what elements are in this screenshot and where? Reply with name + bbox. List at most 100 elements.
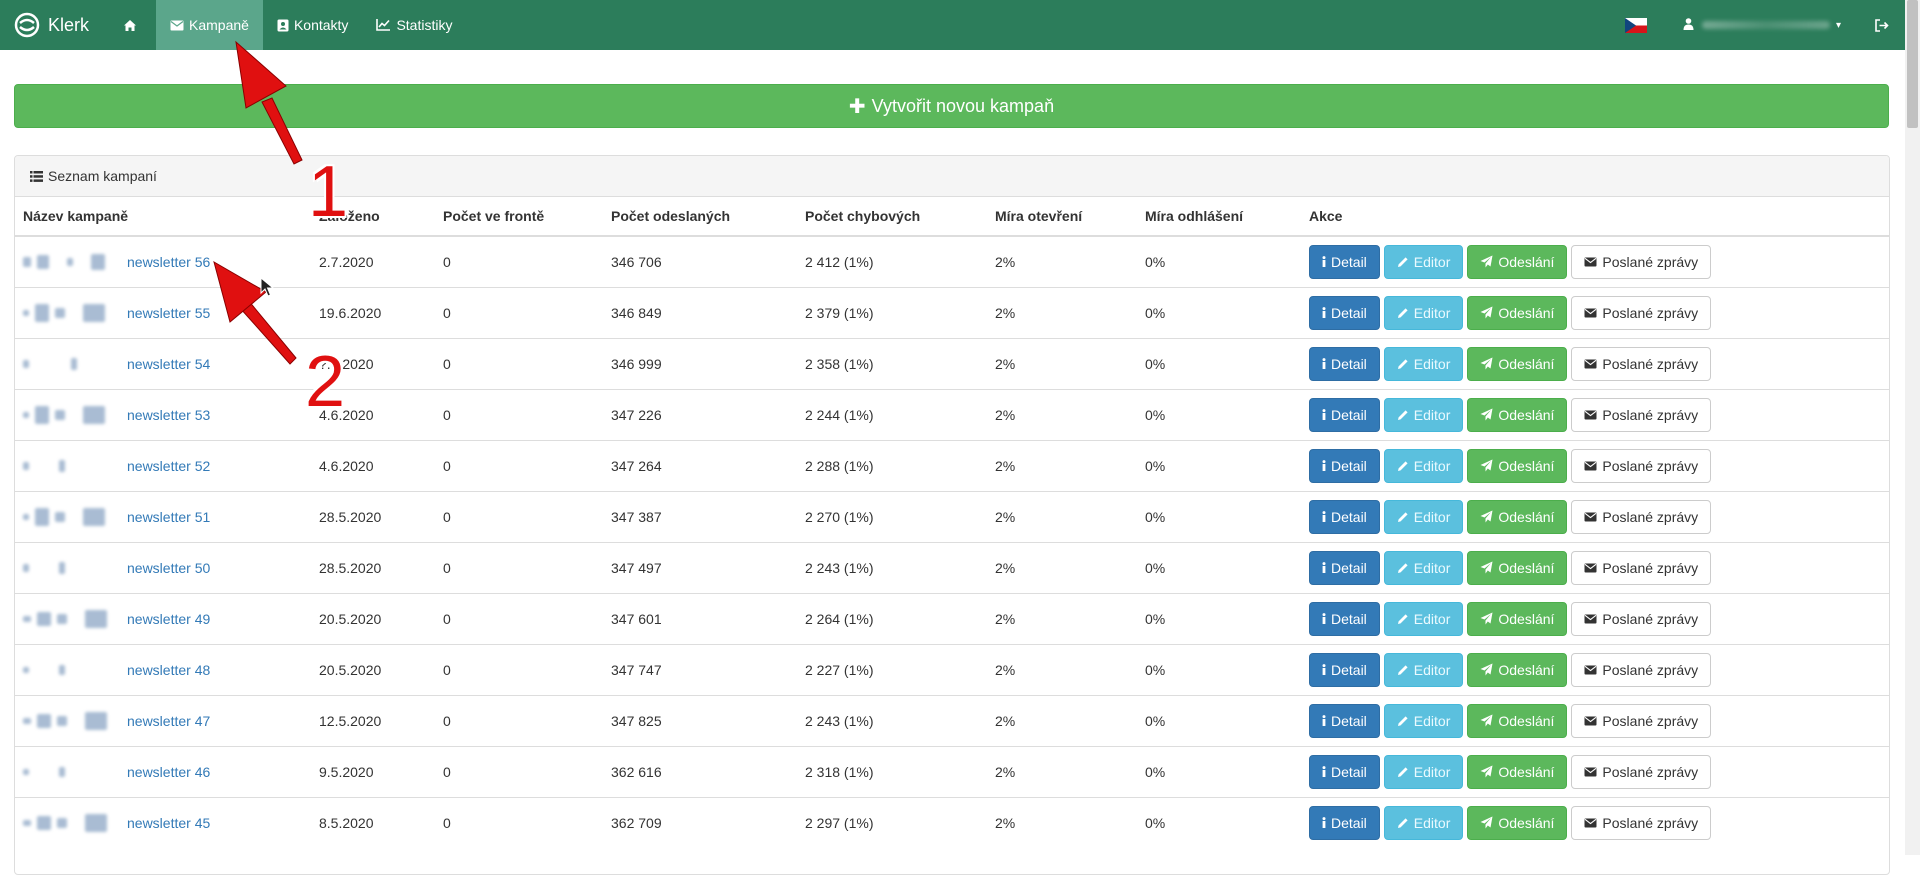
sent-messages-button[interactable]: Poslané zprávy — [1571, 397, 1712, 432]
send-button[interactable]: Odeslání — [1467, 499, 1568, 534]
editor-button[interactable]: Editor — [1383, 652, 1464, 687]
send-button[interactable]: Odeslání — [1467, 346, 1568, 381]
editor-button[interactable]: Editor — [1383, 754, 1464, 789]
send-button[interactable]: Odeslání — [1467, 601, 1568, 636]
cell-sent: 347 825 — [603, 694, 797, 746]
editor-button[interactable]: Editor — [1383, 397, 1464, 432]
scrollbar-thumb[interactable] — [1907, 0, 1918, 128]
send-button[interactable]: Odeslání — [1467, 550, 1568, 585]
send-button-label: Odeslání — [1498, 253, 1555, 270]
send-button[interactable]: Odeslání — [1467, 805, 1568, 840]
nav-home[interactable] — [109, 0, 156, 50]
send-button-label: Odeslání — [1498, 406, 1555, 423]
detail-button-label: Detail — [1331, 406, 1367, 423]
campaign-link[interactable]: newsletter 49 — [127, 611, 210, 627]
brand[interactable]: Klerk — [0, 0, 109, 50]
cell-queue: 0 — [435, 643, 603, 695]
campaign-link[interactable]: newsletter 48 — [127, 662, 210, 678]
detail-button[interactable]: Detail — [1309, 346, 1380, 381]
col-header-sent[interactable]: Počet odeslaných — [603, 197, 797, 237]
campaign-link[interactable]: newsletter 52 — [127, 458, 210, 474]
campaign-link[interactable]: newsletter 55 — [127, 305, 210, 321]
campaign-link[interactable]: newsletter 50 — [127, 560, 210, 576]
col-header-open-rate[interactable]: Míra otevření — [987, 197, 1137, 237]
editor-button[interactable]: Editor — [1383, 448, 1464, 483]
detail-button[interactable]: Detail — [1309, 448, 1380, 483]
nav-kontakty[interactable]: Kontakty — [263, 0, 362, 50]
cell-errors: 2 318 (1%) — [797, 745, 987, 797]
sent-messages-button[interactable]: Poslané zprávy — [1571, 346, 1712, 381]
editor-button[interactable]: Editor — [1383, 499, 1464, 534]
sent-messages-button[interactable]: Poslané zprávy — [1571, 499, 1712, 534]
campaign-link[interactable]: newsletter 53 — [127, 407, 210, 423]
pencil-icon — [1397, 460, 1409, 472]
detail-button[interactable]: Detail — [1309, 601, 1380, 636]
cell-errors: 2 243 (1%) — [797, 541, 987, 593]
detail-button-label: Detail — [1331, 355, 1367, 372]
cell-open-rate: 2% — [987, 745, 1137, 797]
campaign-link[interactable]: newsletter 54 — [127, 356, 210, 372]
sent-messages-button[interactable]: Poslané zprávy — [1571, 295, 1712, 330]
cell-name: newsletter 51 — [15, 490, 311, 542]
editor-button[interactable]: Editor — [1383, 601, 1464, 636]
detail-button[interactable]: Detail — [1309, 652, 1380, 687]
editor-button[interactable]: Editor — [1383, 703, 1464, 738]
detail-button[interactable]: Detail — [1309, 550, 1380, 585]
sent-messages-button-label: Poslané zprávy — [1602, 559, 1699, 576]
sent-messages-button[interactable]: Poslané zprávy — [1571, 550, 1712, 585]
detail-button[interactable]: Detail — [1309, 805, 1380, 840]
detail-button[interactable]: Detail — [1309, 295, 1380, 330]
table-row: newsletter 52 4.6.2020 0 347 264 2 288 (… — [15, 439, 1889, 491]
editor-button[interactable]: Editor — [1383, 244, 1464, 279]
cell-open-rate: 2% — [987, 796, 1137, 848]
detail-button[interactable]: Detail — [1309, 397, 1380, 432]
detail-button[interactable]: Detail — [1309, 754, 1380, 789]
sent-messages-button[interactable]: Poslané zprávy — [1571, 805, 1712, 840]
pencil-icon — [1397, 409, 1409, 421]
campaign-link[interactable]: newsletter 46 — [127, 764, 210, 780]
send-button[interactable]: Odeslání — [1467, 703, 1568, 738]
nav-statistiky[interactable]: Statistiky — [362, 0, 466, 50]
col-header-queue[interactable]: Počet ve frontě — [435, 197, 603, 237]
send-button[interactable]: Odeslání — [1467, 397, 1568, 432]
nav-kampane-label: Kampaně — [189, 17, 249, 33]
editor-button[interactable]: Editor — [1383, 295, 1464, 330]
sent-messages-button[interactable]: Poslané zprávy — [1571, 652, 1712, 687]
sent-messages-button[interactable]: Poslané zprávy — [1571, 703, 1712, 738]
sent-messages-button[interactable]: Poslané zprávy — [1571, 448, 1712, 483]
nav-kampane[interactable]: Kampaně — [156, 0, 263, 50]
editor-button[interactable]: Editor — [1383, 346, 1464, 381]
info-icon — [1322, 358, 1326, 369]
create-campaign-button[interactable]: ✚ Vytvořit novou kampaň — [14, 84, 1889, 128]
navbar-right: ▾ — [1624, 0, 1905, 50]
campaign-thumbnail-redacted — [23, 655, 123, 685]
info-icon — [1322, 307, 1326, 318]
editor-button[interactable]: Editor — [1383, 805, 1464, 840]
campaign-link[interactable]: newsletter 51 — [127, 509, 210, 525]
sent-messages-button[interactable]: Poslané zprávy — [1571, 754, 1712, 789]
campaign-link[interactable]: newsletter 45 — [127, 815, 210, 831]
send-button[interactable]: Odeslání — [1467, 448, 1568, 483]
campaign-link[interactable]: newsletter 56 — [127, 254, 210, 270]
send-button[interactable]: Odeslání — [1467, 652, 1568, 687]
send-button[interactable]: Odeslání — [1467, 295, 1568, 330]
logout-icon[interactable] — [1875, 18, 1889, 32]
send-button[interactable]: Odeslání — [1467, 754, 1568, 789]
send-button[interactable]: Odeslání — [1467, 244, 1568, 279]
create-campaign-label: Vytvořit novou kampaň — [871, 95, 1055, 116]
detail-button[interactable]: Detail — [1309, 703, 1380, 738]
col-header-unsub-rate[interactable]: Míra odhlášení — [1137, 197, 1301, 237]
detail-button[interactable]: Detail — [1309, 244, 1380, 279]
czech-flag-icon[interactable] — [1624, 17, 1647, 33]
col-header-name[interactable]: Název kampaně — [15, 197, 311, 237]
campaign-link[interactable]: newsletter 47 — [127, 713, 210, 729]
user-menu[interactable]: ▾ — [1683, 17, 1841, 33]
sent-messages-button[interactable]: Poslané zprávy — [1571, 601, 1712, 636]
cell-sent: 347 387 — [603, 490, 797, 542]
vertical-scrollbar[interactable] — [1905, 0, 1920, 855]
sent-messages-button[interactable]: Poslané zprávy — [1571, 244, 1712, 279]
col-header-errors[interactable]: Počet chybových — [797, 197, 987, 237]
detail-button[interactable]: Detail — [1309, 499, 1380, 534]
editor-button[interactable]: Editor — [1383, 550, 1464, 585]
cell-errors: 2 244 (1%) — [797, 388, 987, 440]
